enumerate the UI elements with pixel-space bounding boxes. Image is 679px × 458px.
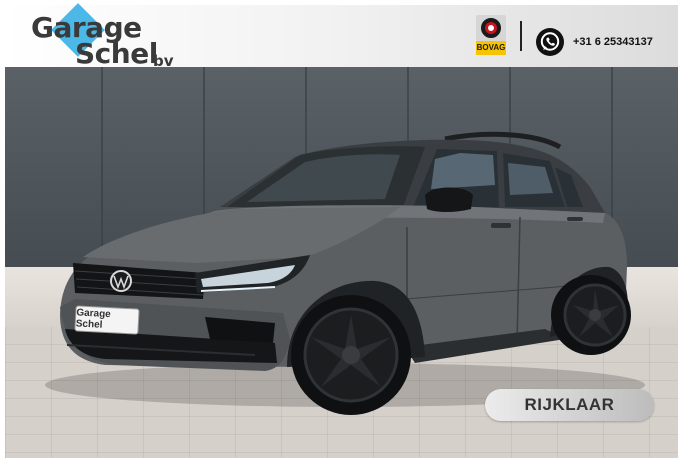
header-bar: Garage Schel bv BOVAG +31 6 25343137	[5, 3, 678, 70]
header-divider	[520, 21, 522, 51]
bovag-label: BOVAG	[476, 41, 506, 55]
garage-schel-logo[interactable]: Garage Schel bv	[25, 3, 215, 70]
listing-photo-frame: Garage Schel bv BOVAG +31 6 25343137 Gar…	[0, 0, 679, 458]
bovag-badge: BOVAG	[476, 15, 506, 55]
license-plate-text: Garage Schel	[75, 307, 112, 331]
license-plate: Garage Schel	[74, 305, 140, 335]
whatsapp-icon[interactable]	[535, 27, 565, 57]
phone-number[interactable]: +31 6 25343137	[573, 36, 653, 48]
logo-text-line2: Schel	[75, 37, 158, 70]
rijklaar-badge: RIJKLAAR	[485, 389, 654, 421]
